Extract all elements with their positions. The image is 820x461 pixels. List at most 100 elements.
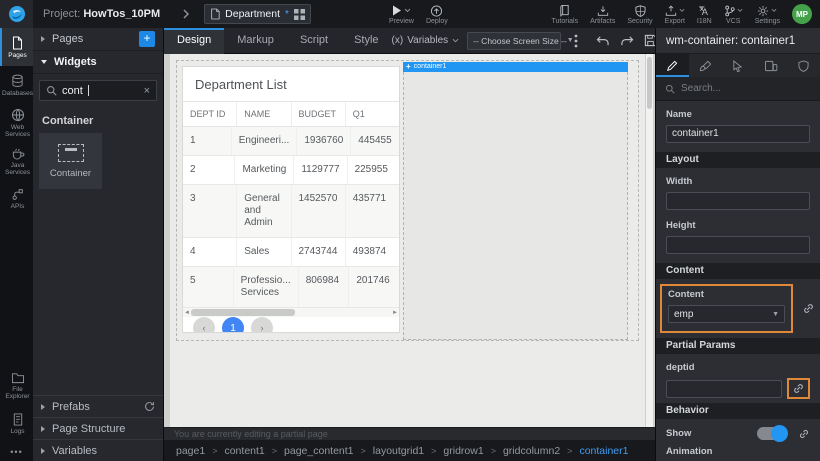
undo-icon[interactable] [591,35,615,47]
app-logo[interactable] [0,0,33,28]
column-header[interactable]: BUDGET [292,102,346,126]
behavior-section-header[interactable]: Behavior [656,403,820,419]
redo-icon[interactable] [615,35,639,47]
rail-item-apis[interactable]: APIs [0,180,33,218]
next-page-button[interactable]: › [251,317,273,333]
widgets-section-header[interactable]: Widgets [33,51,163,74]
clear-search-icon[interactable]: × [144,85,150,97]
breadcrumb-item[interactable]: page1 [176,445,205,457]
table-header-row: DEPT IDNAMEBUDGETQ1 [183,102,399,127]
table-cell: General and Admin [237,185,291,237]
wavemaker-logo-icon [8,5,26,23]
partial-params-section-header[interactable]: Partial Params [656,338,820,354]
column-header[interactable]: NAME [237,102,291,126]
table-row[interactable]: 3General and Admin1452570435771 [183,185,399,238]
rail-item-databases[interactable]: Databases [0,66,33,104]
canvas-toolbar: Design Markup Script Style (x) Variables… [164,28,655,54]
table-row[interactable]: 4Sales2743744493874 [183,238,399,267]
vcs-button[interactable]: VCS [718,0,749,28]
prev-page-button[interactable]: ‹ [193,317,215,333]
page-selector-dropdown[interactable]: Department * [204,4,311,24]
scrollbar-thumb[interactable] [191,309,295,316]
add-page-button[interactable]: + [139,31,155,47]
layout-section-header[interactable]: Layout [656,152,820,168]
kebab-menu-icon[interactable] [569,34,583,48]
pages-section-header[interactable]: Pages + [33,28,163,51]
table-row[interactable]: 5Professio... Services806984201746 [183,267,399,308]
tab-style[interactable]: Style [341,28,391,54]
breadcrumb-item[interactable]: gridcolumn2 [503,445,560,457]
properties-search-input[interactable]: Search... [656,77,820,101]
content-select[interactable]: emp ▼ [668,305,785,323]
i18n-button[interactable]: A I18N [691,0,718,28]
department-table-widget[interactable]: Department List DEPT IDNAMEBUDGETQ1 1Eng… [182,66,400,333]
breadcrumb-item[interactable]: layoutgrid1 [373,445,424,457]
bind-content-icon[interactable] [802,302,815,315]
rail-item-pages[interactable]: Pages [0,28,33,66]
rail-item-web-services[interactable]: Web Services [0,104,33,142]
rail-item-java-services[interactable]: Java Services [0,142,33,180]
widget-search-input[interactable]: cont × [39,80,157,101]
rail-item-logs[interactable]: Logs [0,405,33,443]
name-input[interactable]: container1 [666,125,810,143]
scrollbar-thumb[interactable] [647,57,652,109]
rail-more-button[interactable]: ••• [0,443,33,461]
preview-button[interactable]: Preview [383,0,420,28]
prefabs-section-header[interactable]: Prefabs [33,395,163,417]
container-widget-tile[interactable]: Container [39,133,102,189]
gear-icon [757,5,769,17]
table-cell: 2743744 [292,238,346,266]
user-avatar[interactable]: MP [792,4,812,24]
table-horizontal-scrollbar[interactable]: ◄ ► [183,308,399,317]
column-header[interactable]: DEPT ID [183,102,237,126]
page-structure-section-header[interactable]: Page Structure [33,417,163,439]
design-canvas[interactable]: Department List DEPT IDNAMEBUDGETQ1 1Eng… [164,54,655,427]
table-cell: Engineeri... [232,127,298,155]
deptid-input[interactable] [666,380,782,398]
breadcrumb-item[interactable]: page_content1 [284,445,353,457]
breadcrumb-item[interactable]: gridrow1 [443,445,483,457]
show-toggle[interactable] [757,427,787,440]
security-button[interactable]: Security [621,0,658,28]
tab-events[interactable] [722,54,755,77]
tab-styles[interactable] [689,54,722,77]
tab-script[interactable]: Script [287,28,341,54]
scroll-right-arrow[interactable]: ► [391,310,399,316]
current-page-button[interactable]: 1 [222,317,244,333]
rail-item-file-explorer[interactable]: File Explorer [0,367,33,405]
tutorials-button[interactable]: Tutorials [545,0,584,28]
tab-design[interactable]: Design [164,28,224,54]
table-row[interactable]: 1Engineeri...1936760445455 [183,127,399,156]
screen-size-select[interactable]: -- Choose Screen Size -- ▼ [467,32,561,50]
chevron-down-icon [679,5,685,15]
deploy-button[interactable]: Deploy [420,0,454,28]
tab-markup[interactable]: Markup [224,28,287,54]
container1-body[interactable] [403,72,628,340]
tab-security[interactable] [787,54,820,77]
refresh-icon[interactable] [144,401,155,412]
scroll-left-arrow[interactable]: ◄ [183,310,191,316]
tab-devices[interactable] [754,54,787,77]
content-section-header[interactable]: Content [656,263,820,279]
canvas-vertical-scrollbar[interactable] [646,54,653,427]
breadcrumb-item[interactable]: content1 [224,445,264,457]
artifacts-button[interactable]: Artifacts [584,0,621,28]
bind-deptid-icon[interactable] [792,382,805,395]
column-header[interactable]: Q1 [346,102,399,126]
settings-button[interactable]: Settings [749,0,786,28]
height-input[interactable] [666,236,810,254]
chevron-down-icon [404,5,411,15]
bind-show-icon[interactable] [798,428,810,440]
pages-grid-icon[interactable] [294,9,305,20]
variables-button[interactable]: (x) Variables [392,35,460,46]
export-button[interactable]: Export [659,0,691,28]
table-row[interactable]: 2Marketing1129777225955 [183,156,399,185]
width-input[interactable] [666,192,810,210]
variables-section-header[interactable]: Variables [33,439,163,461]
tab-properties[interactable] [656,54,689,77]
container1-widget[interactable]: + container1 [403,62,628,340]
breadcrumb-item[interactable]: container1 [579,445,628,457]
chevron-right-icon [182,9,190,19]
table-cell: 1452570 [292,185,346,237]
container1-selection-bar[interactable]: + container1 [403,62,628,72]
